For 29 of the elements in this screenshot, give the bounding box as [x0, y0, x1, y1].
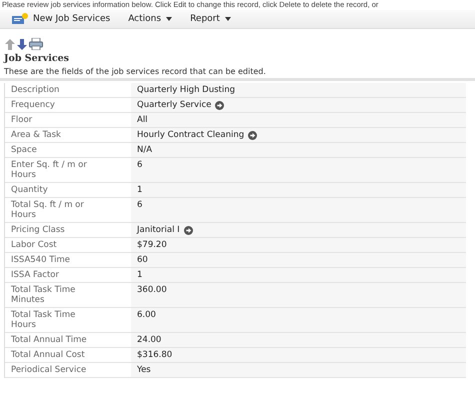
- field-value: Yes: [137, 365, 151, 375]
- field-value: $316.80: [137, 350, 172, 360]
- menu-button[interactable]: Report: [184, 14, 237, 24]
- field-value: 6.00: [137, 310, 156, 320]
- section-title: Job Services: [2, 52, 70, 64]
- caret-icon: [166, 17, 172, 21]
- menu-button[interactable]: Actions: [122, 14, 178, 24]
- field-value: 60: [137, 255, 148, 265]
- field-value: 24.00: [137, 335, 162, 345]
- caret-icon: [224, 17, 231, 21]
- field-value: 6: [137, 200, 142, 210]
- field-value: 1: [137, 185, 142, 195]
- field-value: Janitorial I: [137, 225, 180, 235]
- field-value: $79.20: [137, 240, 167, 250]
- arrow-circle-icon[interactable]: [248, 131, 258, 140]
- field-value: N/A: [137, 145, 152, 155]
- field-value: Hourly Contract Cleaning: [137, 130, 244, 140]
- new-record-icon: [12, 13, 28, 25]
- arrow-circle-icon[interactable]: [184, 226, 193, 235]
- field-value: 1: [137, 270, 142, 280]
- field-value: Quarterly High Dusting: [137, 85, 236, 95]
- field-value: All: [137, 115, 148, 125]
- printer-icon[interactable]: [29, 38, 43, 50]
- arrow-circle-icon[interactable]: [215, 101, 224, 110]
- down-arrow-icon[interactable]: [17, 38, 27, 50]
- field-value: 6: [137, 160, 142, 170]
- field-value: 360.00: [137, 285, 167, 295]
- field-value: Quarterly Service: [137, 100, 212, 110]
- new-job-services-button[interactable]: New Job Services: [6, 13, 116, 25]
